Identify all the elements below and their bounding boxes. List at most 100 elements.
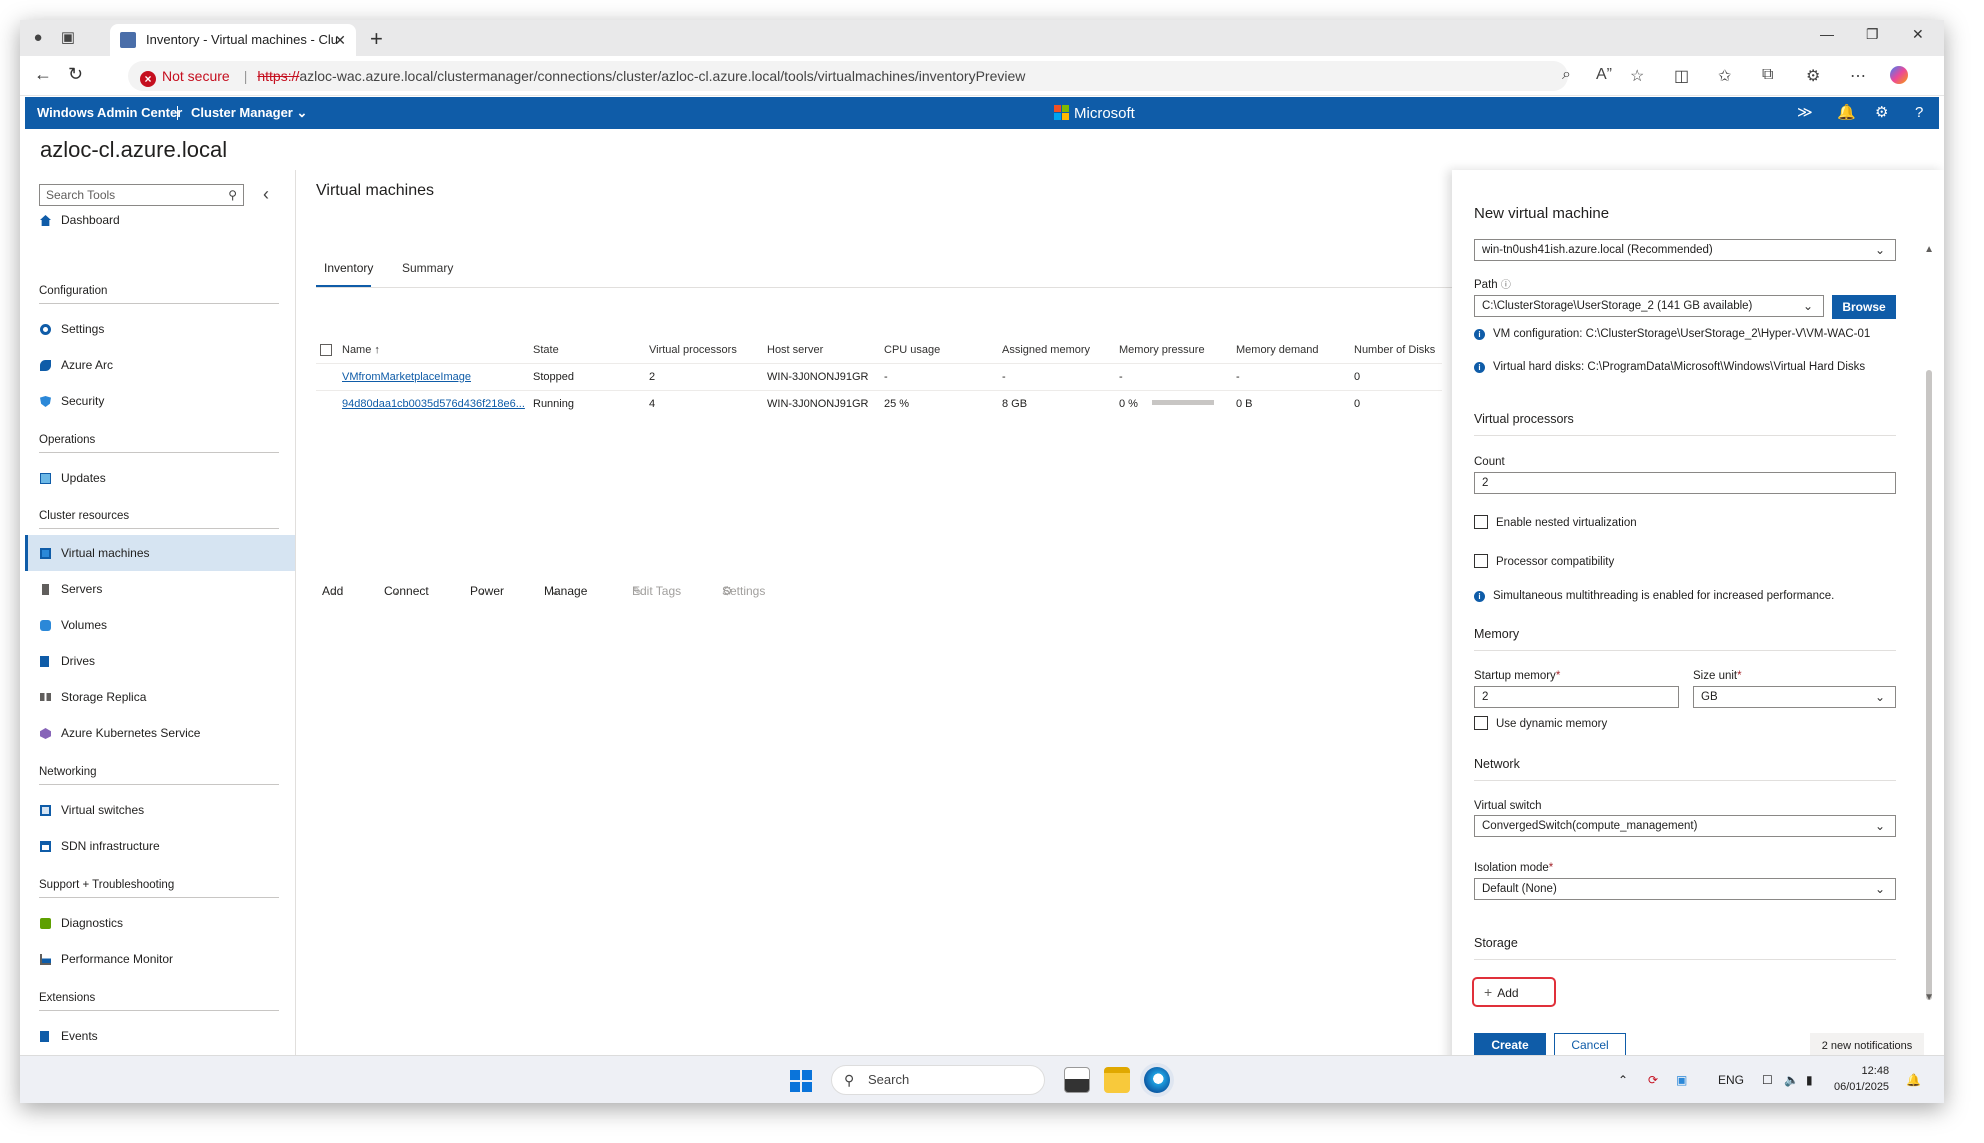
sidebar-item-events[interactable]: Events — [25, 1018, 295, 1054]
sidebar-item-diagnostics[interactable]: Diagnostics — [25, 905, 295, 941]
table-row[interactable]: VMfromMarketplaceImage Stopped 2 WIN-3J0… — [316, 363, 1442, 390]
powershell-icon[interactable]: ≫ — [1797, 97, 1813, 129]
notification-center-icon[interactable]: 🔔 — [1906, 1056, 1921, 1103]
battery-icon[interactable]: ▮ — [1806, 1056, 1813, 1103]
sidebar-item-drives[interactable]: Drives — [25, 643, 295, 679]
zoom-icon[interactable]: ⌕ — [1562, 66, 1571, 84]
clock-date: 06/01/2025 — [1834, 1081, 1890, 1093]
size-unit-select[interactable]: GB ⌄ — [1693, 686, 1896, 708]
add-storage-button[interactable]: + Add — [1472, 977, 1556, 1007]
sidebar-item-storage-replica[interactable]: Storage Replica — [25, 679, 295, 715]
sidebar-item-dashboard[interactable]: Dashboard — [25, 202, 295, 238]
read-aloud-icon[interactable]: A” — [1596, 66, 1612, 84]
taskbar-search[interactable]: ⚲ Search — [831, 1065, 1045, 1095]
browse-button[interactable]: Browse — [1832, 295, 1896, 319]
url-scheme: https:// — [257, 68, 300, 84]
favorites-icon[interactable]: ✩ — [1718, 66, 1731, 86]
sidebar-item-updates[interactable]: Updates — [25, 460, 295, 496]
panel-scrollbar[interactable] — [1926, 370, 1932, 1000]
sidebar-item-volumes[interactable]: Volumes — [25, 607, 295, 643]
column-header[interactable]: Virtual processors — [645, 338, 763, 363]
table-row[interactable]: 94d80daa1cb0035d576d436f218e6... Running… — [316, 390, 1442, 417]
column-header[interactable]: Memory demand — [1232, 338, 1350, 363]
minimize-icon[interactable]: — — [1820, 26, 1834, 42]
startup-memory-input[interactable]: 2 — [1474, 686, 1679, 708]
more-menu-icon[interactable]: ⋯ — [1850, 66, 1866, 86]
tab-actions-icon[interactable]: ▣ — [58, 28, 78, 48]
select-all-checkbox[interactable] — [320, 343, 332, 356]
network-apps-icon[interactable]: ▣ — [1676, 1056, 1687, 1103]
tools-sidebar: Search Tools ⚲ ‹ Dashboard Configuration… — [25, 170, 295, 1070]
host-select[interactable]: win-tn0ush41ish.azure.local (Recommended… — [1474, 239, 1896, 261]
chevron-up-icon[interactable]: ⌃ — [1618, 1056, 1628, 1103]
dynamic-memory-checkbox[interactable]: Use dynamic memory — [1474, 716, 1607, 730]
close-tab-icon[interactable]: ✕ — [334, 24, 346, 56]
sidebar-item-sdn[interactable]: SDN infrastructure — [25, 828, 295, 864]
copilot-icon[interactable] — [1890, 66, 1908, 84]
cancel-button[interactable]: Cancel — [1554, 1033, 1626, 1057]
scroll-down-icon[interactable]: ▼ — [1924, 992, 1934, 1003]
storage-replica-icon — [40, 693, 51, 701]
profile-icon[interactable]: ● — [28, 28, 48, 48]
edge-browser-icon[interactable] — [1144, 1067, 1170, 1093]
sidebar-item-azure-arc[interactable]: Azure Arc — [25, 347, 295, 383]
network-heading: Network — [1474, 757, 1896, 781]
column-header[interactable]: Assigned memory — [998, 338, 1115, 363]
vm-name-link[interactable]: 94d80daa1cb0035d576d436f218e6... — [342, 398, 525, 410]
split-screen-icon[interactable]: ◫ — [1674, 66, 1689, 86]
tool-switcher[interactable]: Cluster Manager ⌄ — [191, 97, 307, 129]
column-header[interactable]: Memory pressure — [1115, 338, 1232, 363]
sidebar-item-settings[interactable]: Settings — [25, 311, 295, 347]
back-icon[interactable]: ← — [34, 64, 52, 85]
browser-tab[interactable]: Inventory - Virtual machines - Clu ✕ — [110, 24, 356, 56]
sidebar-item-virtual-switches[interactable]: Virtual switches — [25, 792, 295, 828]
tab-summary[interactable]: Summary — [402, 261, 453, 275]
column-header[interactable]: Number of Disks — [1350, 338, 1442, 363]
virtual-switch-select[interactable]: ConvergedSwitch(compute_management) ⌄ — [1474, 815, 1896, 837]
settings-gear-icon[interactable]: ⚙ — [1875, 97, 1888, 129]
column-header[interactable]: State — [529, 338, 645, 363]
sidebar-item-aks[interactable]: Azure Kubernetes Service — [25, 715, 295, 751]
create-button[interactable]: Create — [1474, 1033, 1546, 1057]
url-field[interactable]: × Not secure | https://azloc-wac.azure.loca… — [128, 61, 1568, 91]
sidebar-item-perfmon[interactable]: Performance Monitor — [25, 941, 295, 977]
browser-window: ● ▣ Inventory - Virtual machines - Clu ✕… — [20, 20, 1944, 1103]
close-window-icon[interactable]: ✕ — [1912, 26, 1924, 43]
help-icon[interactable]: ? — [1915, 97, 1923, 129]
terminal-app-icon[interactable] — [1064, 1067, 1090, 1093]
sidebar-item-virtual-machines[interactable]: Virtual machines — [25, 535, 295, 571]
favorite-star-icon[interactable]: ☆ — [1630, 66, 1644, 86]
taskbar-search-label: Search — [868, 1072, 910, 1087]
notifications-bell-icon[interactable]: 🔔 — [1837, 97, 1856, 129]
refresh-icon[interactable]: ↻ — [68, 64, 83, 85]
language-indicator[interactable]: ENG — [1718, 1056, 1744, 1103]
volume-icon[interactable]: 🔈 — [1784, 1056, 1799, 1103]
windows-start-icon[interactable] — [790, 1070, 812, 1092]
collections-icon[interactable]: ⧉ — [1762, 66, 1773, 84]
chevron-down-icon: ⌄ — [1874, 243, 1885, 257]
app-name[interactable]: Windows Admin Center — [37, 97, 182, 129]
tab-inventory[interactable]: Inventory — [324, 261, 373, 275]
taskbar-clock[interactable]: 12:48 06/01/2025 — [1834, 1063, 1889, 1095]
count-input[interactable]: 2 — [1474, 472, 1896, 494]
sidebar-item-security[interactable]: Security — [25, 383, 295, 419]
network-icon[interactable]: ☐ — [1762, 1056, 1773, 1103]
restore-icon[interactable]: ❐ — [1866, 26, 1879, 43]
vm-name-link[interactable]: VMfromMarketplaceImage — [342, 371, 471, 383]
column-header[interactable]: Host server — [763, 338, 880, 363]
extensions-icon[interactable]: ⚙ — [1806, 66, 1820, 86]
file-explorer-icon[interactable] — [1104, 1067, 1130, 1093]
scroll-up-icon[interactable]: ▲ — [1924, 244, 1934, 255]
column-header[interactable]: Name ↑ — [338, 338, 529, 363]
nested-virtualization-checkbox[interactable]: Enable nested virtualization — [1474, 515, 1637, 529]
new-tab-icon[interactable]: + — [370, 26, 383, 52]
settings-command-label: Settings — [722, 584, 766, 598]
processor-compatibility-checkbox[interactable]: Processor compatibility — [1474, 554, 1614, 568]
sync-alert-icon[interactable]: ⟳ — [1648, 1056, 1658, 1103]
isolation-mode-select[interactable]: Default (None) ⌄ — [1474, 878, 1896, 900]
wac-favicon-icon — [120, 32, 136, 48]
column-header[interactable]: CPU usage — [880, 338, 998, 363]
sidebar-item-servers[interactable]: Servers — [25, 571, 295, 607]
vm-vcpu: 4 — [649, 397, 656, 410]
path-select[interactable]: C:\ClusterStorage\UserStorage_2 (141 GB … — [1474, 295, 1824, 317]
